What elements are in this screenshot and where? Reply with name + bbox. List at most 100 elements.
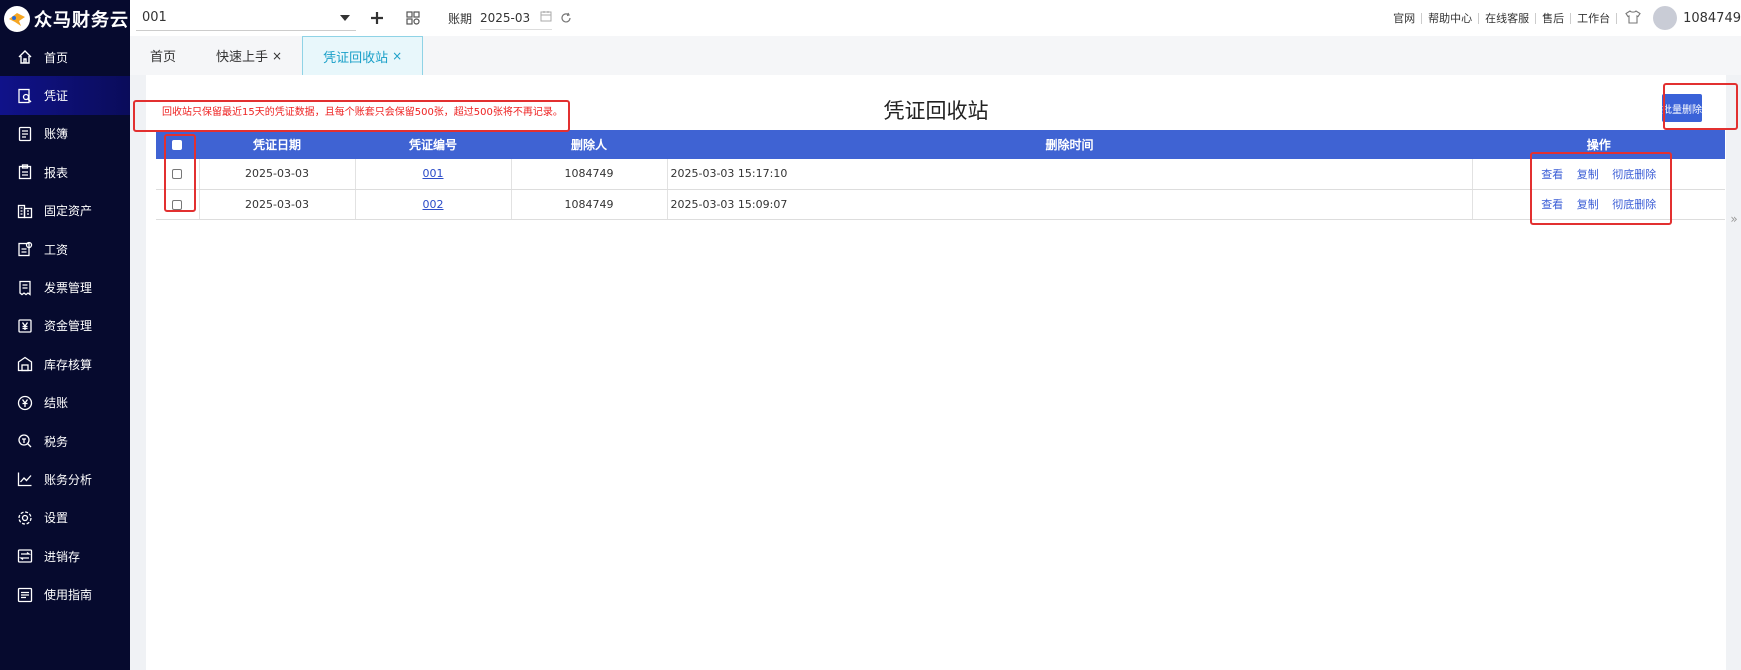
sidebar-item-funds[interactable]: 资金管理 [0, 307, 130, 345]
sidebar-item-label: 进销存 [44, 549, 81, 564]
sidebar-item-label: 库存核算 [44, 357, 93, 372]
home-icon [16, 48, 34, 66]
tab-bar: 首页 快速上手 × 凭证回收站 × [130, 36, 1741, 75]
table-row: 2025-03-03 002 1084749 2025-03-03 15:09:… [156, 189, 1725, 220]
account-book-select[interactable]: 001 [136, 5, 356, 31]
sidebar-item-label: 凭证 [44, 89, 69, 104]
gear-icon [16, 509, 34, 527]
copy-button[interactable]: 复制 [1577, 198, 1599, 211]
voucher-number-link[interactable]: 002 [423, 198, 444, 211]
main-area: 回收站只保留最近15天的凭证数据，且每个账套只会保留500张，超过500张将不再… [130, 75, 1741, 670]
tab-voucher-recycle-bin[interactable]: 凭证回收站 × [302, 36, 424, 75]
tab-home[interactable]: 首页 [130, 36, 196, 75]
recycle-bin-panel: 回收站只保留最近15天的凭证数据，且每个账套只会保留500张，超过500张将不再… [146, 75, 1726, 670]
sidebar-item-guide[interactable]: 使用指南 [0, 575, 130, 613]
collapse-right-icon[interactable]: » [1727, 209, 1741, 229]
sidebar-item-tax[interactable]: 税务 [0, 422, 130, 460]
sidebar-item-closing[interactable]: 结账 [0, 384, 130, 422]
sidebar-item-label: 使用指南 [44, 588, 93, 603]
row-checkbox[interactable] [172, 199, 183, 210]
sidebar-item-label: 首页 [44, 50, 69, 65]
period-value: 2025-03 [480, 10, 531, 25]
apps-grid-icon[interactable] [406, 11, 420, 25]
row-checkbox[interactable] [172, 169, 183, 180]
row-actions: 查看 复制 彻底删除 [1472, 159, 1725, 190]
sidebar-item-label: 固定资产 [44, 204, 93, 219]
deleted-time: 2025-03-03 15:09:07 [667, 189, 1473, 220]
column-header: 删除时间 [667, 130, 1473, 159]
ledger-icon [16, 125, 34, 143]
avatar[interactable] [1653, 6, 1678, 30]
shirt-icon[interactable] [1625, 9, 1641, 27]
sidebar-item-settings[interactable]: 设置 [0, 499, 130, 537]
add-icon[interactable] [370, 11, 384, 25]
page-title: 凭证回收站 [883, 99, 989, 123]
tax-icon [16, 432, 34, 450]
report-icon [16, 163, 34, 181]
tab-label: 凭证回收站 [323, 50, 389, 66]
close-icon[interactable]: × [272, 49, 282, 63]
link-online-support[interactable]: 在线客服 [1479, 12, 1537, 24]
view-button[interactable]: 查看 [1541, 198, 1563, 211]
deleter: 1084749 [511, 189, 668, 220]
chevron-down-icon [340, 14, 350, 21]
voucher-date: 2025-03-03 [199, 189, 356, 220]
sidebar-nav: 首页 凭证 账簿 报表 固定资产 工资 发票管理 资金管理 库存核算 结账 税务… [0, 38, 130, 614]
yen-box-icon [16, 317, 34, 335]
link-after-sales[interactable]: 售后 [1536, 12, 1572, 24]
sidebar-item-label: 账簿 [44, 127, 69, 142]
column-header: 凭证日期 [199, 130, 356, 159]
voucher-number-link[interactable]: 001 [423, 167, 444, 180]
sidebar-item-label: 工资 [44, 242, 69, 257]
select-all-cell [156, 130, 200, 159]
sidebar-item-report[interactable]: 报表 [0, 153, 130, 191]
building-icon [16, 202, 34, 220]
invoice-icon [16, 279, 34, 297]
exchange-icon [16, 547, 34, 565]
tab-label: 首页 [150, 50, 177, 65]
view-button[interactable]: 查看 [1541, 168, 1563, 181]
sidebar-item-inventory[interactable]: 库存核算 [0, 345, 130, 383]
select-all-checkbox[interactable] [172, 140, 183, 150]
sidebar: 众马财务云 首页 凭证 账簿 报表 固定资产 工资 发票管理 资金管理 库存核算… [0, 0, 130, 670]
voucher-table: 凭证日期 凭证编号 删除人 删除时间 操作 2025-03-03 001 108… [156, 130, 1725, 220]
calendar-icon [540, 10, 552, 25]
deleted-time: 2025-03-03 15:17:10 [667, 159, 1473, 190]
sidebar-item-voucher[interactable]: 凭证 [0, 76, 130, 115]
sidebar-item-analysis[interactable]: 账务分析 [0, 460, 130, 498]
sidebar-item-invoice[interactable]: 发票管理 [0, 268, 130, 306]
link-help-center[interactable]: 帮助中心 [1422, 12, 1480, 24]
sidebar-item-label: 结账 [44, 396, 69, 411]
link-official-site[interactable]: 官网 [1387, 12, 1423, 24]
tab-label: 快速上手 [216, 50, 269, 65]
line-chart-icon [16, 470, 34, 488]
app-name: 众马财务云 [34, 10, 129, 31]
user-id[interactable]: 1084749 [1683, 11, 1741, 26]
refresh-icon[interactable] [560, 12, 572, 24]
link-workbench[interactable]: 工作台 [1571, 12, 1618, 24]
sidebar-item-fixed-assets[interactable]: 固定资产 [0, 192, 130, 230]
app-logo[interactable]: 众马财务云 [0, 0, 130, 38]
sidebar-item-ledger[interactable]: 账簿 [0, 115, 130, 153]
permanent-delete-button[interactable]: 彻底删除 [1612, 198, 1656, 211]
voucher-search-icon [16, 87, 34, 105]
row-actions: 查看 复制 彻底删除 [1472, 189, 1725, 220]
sidebar-item-payroll[interactable]: 工资 [0, 230, 130, 268]
sidebar-item-label: 账务分析 [44, 472, 93, 487]
sidebar-item-purchase-sales[interactable]: 进销存 [0, 537, 130, 575]
copy-button[interactable]: 复制 [1577, 168, 1599, 181]
close-icon[interactable]: × [392, 49, 402, 63]
tab-quick-start[interactable]: 快速上手 × [196, 36, 302, 75]
column-header: 凭证编号 [355, 130, 512, 159]
sidebar-item-label: 资金管理 [44, 319, 93, 334]
payroll-icon [16, 240, 34, 258]
period-picker[interactable]: 2025-03 [480, 6, 553, 30]
deleter: 1084749 [511, 159, 668, 190]
permanent-delete-button[interactable]: 彻底删除 [1612, 168, 1656, 181]
sidebar-item-label: 发票管理 [44, 281, 93, 296]
batch-delete-button[interactable]: 批量删除 [1662, 94, 1702, 122]
voucher-date: 2025-03-03 [199, 159, 356, 190]
sidebar-item-home[interactable]: 首页 [0, 38, 130, 76]
top-links: 官网 帮助中心 在线客服 售后 工作台 1084749 [1387, 0, 1741, 36]
yen-circle-icon [16, 394, 34, 412]
